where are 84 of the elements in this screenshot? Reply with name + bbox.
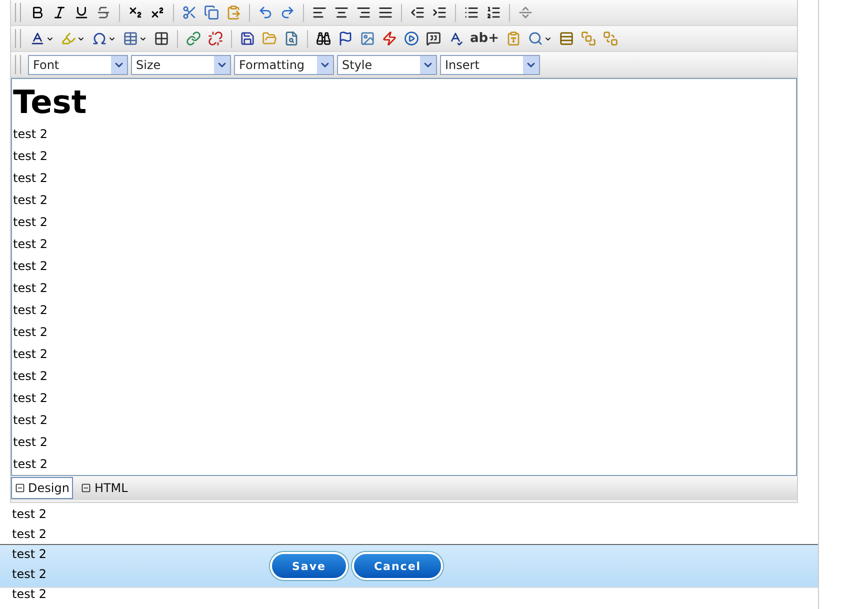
horizontal-rule-icon (518, 5, 533, 20)
mode-tab[interactable]: HTML (77, 477, 132, 499)
save-icon (240, 31, 255, 46)
caret-icon (544, 34, 552, 42)
cut-icon (182, 5, 197, 20)
italic-icon (52, 5, 67, 20)
text-line: test 2 (13, 368, 48, 385)
text-line: test 2 (13, 236, 48, 253)
dropdown[interactable]: Formatting (234, 54, 334, 74)
indent-icon (432, 5, 447, 20)
align-left-icon (312, 5, 327, 20)
align-right-icon (356, 5, 371, 20)
copy-icon (204, 5, 219, 20)
rows-icon (558, 31, 574, 46)
text-line: test 2 (13, 170, 48, 187)
text-line: test 2 (13, 412, 48, 429)
paste-icon (226, 5, 241, 20)
text-line: test 2 (12, 546, 46, 563)
caret-icon (108, 34, 116, 42)
text-line: test 2 (12, 586, 46, 603)
text-line: test 2 (13, 302, 48, 319)
underline-icon (74, 5, 89, 20)
caret-icon (139, 34, 147, 42)
superscript-icon (150, 5, 165, 20)
image-icon (360, 31, 375, 46)
bold-icon (30, 5, 45, 20)
text-line: test 2 (13, 456, 48, 473)
preview-icon (284, 31, 299, 46)
caret-icon (46, 34, 54, 42)
binoculars-icon (316, 31, 331, 46)
play-icon (404, 31, 419, 46)
text-line: test 2 (13, 390, 48, 407)
table-icon (123, 31, 138, 46)
redo-icon (280, 5, 295, 20)
text-line: test 2 (13, 434, 48, 451)
text-line: test 2 (13, 258, 48, 275)
numbered-list-icon (486, 5, 501, 20)
text-line: test 2 (13, 214, 48, 231)
bring-forward-button[interactable] (578, 28, 598, 48)
text-line: test 2 (13, 280, 48, 297)
undo-icon (258, 5, 273, 20)
special-character-icon (92, 31, 107, 46)
dropdown[interactable]: Size (131, 54, 231, 74)
flash-icon (382, 31, 397, 46)
cancel-button[interactable]: Cancel (352, 552, 444, 580)
folder-icon (262, 31, 277, 46)
send-backward-icon (602, 31, 618, 46)
highlight-icon (61, 31, 76, 46)
text-color-icon (30, 31, 45, 46)
insert-text-button[interactable]: ab+ (468, 28, 501, 48)
link-icon (186, 31, 201, 46)
heading: Test (13, 85, 87, 119)
text-line: test 2 (13, 148, 48, 165)
unlink-icon (208, 31, 223, 46)
spell-check-icon (448, 31, 463, 46)
strikethrough-icon (96, 5, 111, 20)
bring-forward-icon (580, 31, 596, 46)
link-button[interactable] (184, 28, 203, 48)
save-button[interactable]: Save (270, 552, 348, 580)
flash-button[interactable] (380, 28, 399, 48)
align-justify-icon (378, 5, 393, 20)
dropdown[interactable]: Style (337, 54, 437, 74)
text-line: test 2 (13, 192, 48, 209)
copy-button[interactable] (202, 2, 221, 22)
send-backward-button[interactable] (600, 28, 620, 48)
dropdown[interactable]: Font (28, 54, 128, 74)
text-line: test 2 (12, 506, 46, 523)
mode-tab[interactable]: Design (11, 477, 74, 499)
caret-icon (77, 34, 85, 42)
zoom-icon (528, 31, 543, 46)
subscript-icon (128, 5, 143, 20)
text-line: test 2 (12, 526, 46, 543)
dropdown[interactable]: Insert (440, 54, 540, 74)
align-center-icon (334, 5, 349, 20)
text-line: test 2 (12, 566, 46, 583)
bullet-list-icon (464, 5, 479, 20)
text-line: test 2 (13, 346, 48, 363)
unlink-button[interactable] (206, 28, 225, 48)
text-line: test 2 (13, 324, 48, 341)
play-button[interactable] (402, 28, 421, 48)
flag-icon (338, 31, 353, 46)
grid-icon (154, 31, 169, 46)
text-line: test 2 (13, 126, 48, 143)
outdent-icon (410, 5, 425, 20)
